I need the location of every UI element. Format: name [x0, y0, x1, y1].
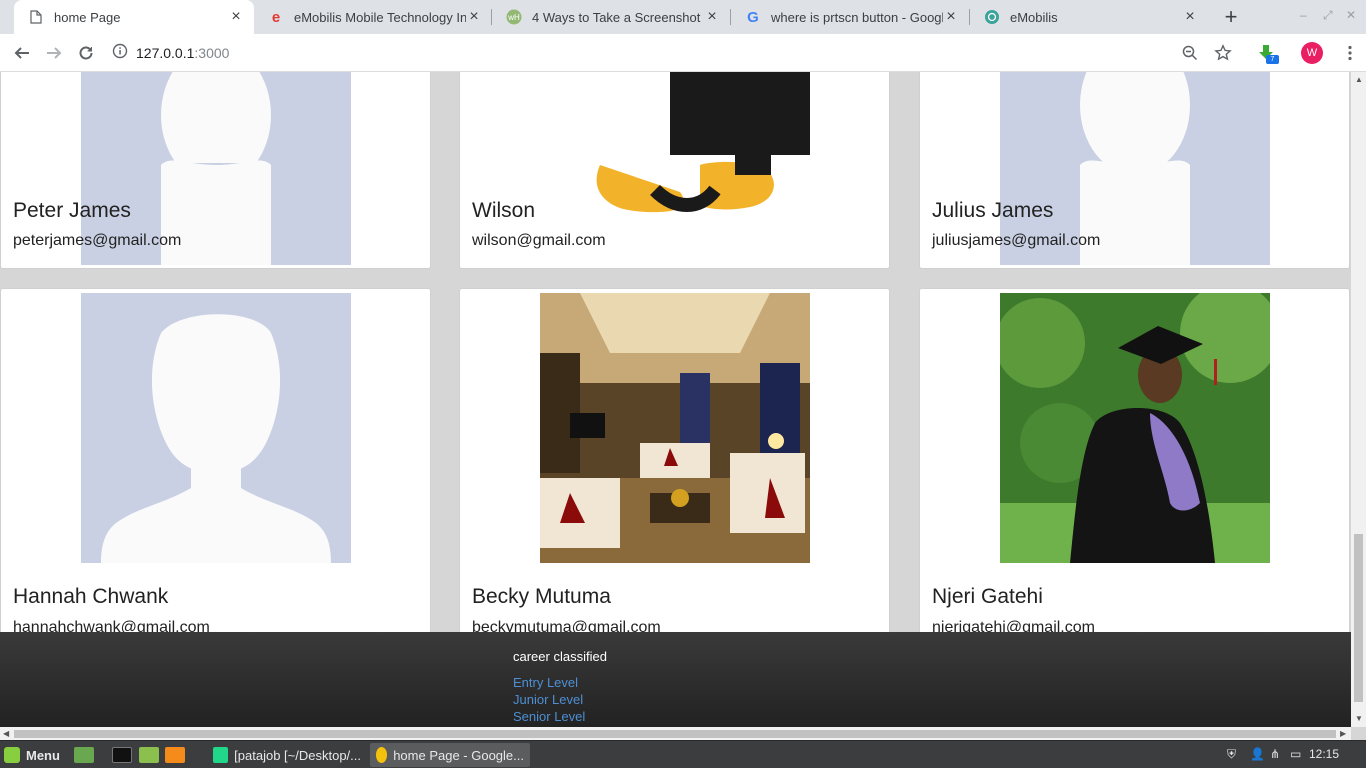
menu-label: Menu	[26, 747, 60, 763]
taskbar-window-pycharm[interactable]: [patajob [~/Desktop/...	[207, 743, 367, 767]
horizontal-scroll-thumb[interactable]	[14, 730, 1336, 738]
bookmark-star-icon[interactable]	[1211, 41, 1235, 65]
menu-kebab-icon[interactable]	[1342, 41, 1358, 65]
tab-title: eMobilis Mobile Technology Ins	[294, 9, 466, 25]
show-desktop-icon[interactable]	[74, 744, 100, 766]
start-menu-button[interactable]: Menu	[4, 744, 60, 766]
terminal-icon[interactable]	[112, 744, 138, 766]
pycharm-icon	[213, 747, 229, 763]
graduation-portrait-image	[1000, 293, 1270, 563]
url-host: 127.0.0.1	[136, 45, 195, 61]
tab-title: eMobilis	[1010, 9, 1058, 25]
minimize-icon[interactable]: –	[1300, 8, 1307, 22]
sublime-text-icon[interactable]	[165, 744, 191, 766]
default-avatar-image	[81, 293, 351, 563]
extension-badge: 7	[1266, 55, 1279, 64]
close-tab-icon[interactable]: ×	[466, 8, 482, 25]
close-tab-icon[interactable]: ×	[704, 8, 720, 25]
emobilis-e-icon: e	[271, 8, 281, 26]
footer-title: career classified	[513, 649, 607, 664]
battery-icon[interactable]: ▭	[1290, 747, 1301, 761]
user-card[interactable]: Becky Mutuma beckymutuma@gmail.com	[459, 288, 890, 658]
user-name: Peter James	[13, 199, 131, 222]
back-arrow-icon[interactable]	[10, 41, 34, 65]
mint-logo-icon	[4, 747, 20, 763]
user-card[interactable]: Njeri Gatehi njerigatehi@gmail.com	[919, 288, 1350, 658]
profile-avatar[interactable]: W	[1301, 42, 1323, 64]
files-folder-icon[interactable]	[139, 744, 165, 766]
url-text: 127.0.0.1:3000	[136, 45, 229, 61]
footer-link-senior-level[interactable]: Senior Level	[513, 709, 585, 724]
user-name: Julius James	[932, 199, 1054, 222]
vertical-scroll-thumb[interactable]	[1354, 534, 1363, 702]
user-name: Hannah Chwank	[13, 585, 169, 608]
page-viewport: Peter James peterjames@gmail.com Wilson …	[0, 72, 1351, 727]
network-icon[interactable]: ⋔	[1270, 747, 1280, 761]
user-email: peterjames@gmail.com	[13, 232, 182, 249]
tab-emobilis[interactable]: eMobilis ×	[970, 0, 1208, 34]
vertical-scrollbar[interactable]: ▲ ▼	[1351, 72, 1366, 727]
taskbar-window-label: home Page - Google...	[393, 747, 524, 763]
globe-icon	[984, 9, 1000, 25]
tab-google-search[interactable]: G where is prtscn button - Google ×	[731, 0, 969, 34]
user-card[interactable]: Wilson wilson@gmail.com	[459, 72, 890, 269]
document-icon	[28, 9, 44, 25]
wikihow-icon: wH	[506, 9, 522, 25]
user-name: Njeri Gatehi	[932, 585, 1043, 608]
scroll-down-arrow-icon[interactable]: ▼	[1355, 714, 1363, 723]
tab-home-page[interactable]: home Page ×	[14, 0, 254, 34]
browser-toolbar: 127.0.0.1:3000 W	[0, 34, 1366, 72]
svg-text:wH: wH	[507, 13, 520, 22]
user-card[interactable]: Peter James peterjames@gmail.com	[0, 72, 431, 269]
zoom-icon[interactable]	[1178, 41, 1202, 65]
scroll-left-arrow-icon[interactable]: ◀	[3, 729, 9, 738]
taskbar-window-chrome[interactable]: home Page - Google...	[370, 743, 530, 767]
new-tab-button[interactable]: +	[1219, 4, 1243, 29]
user-card[interactable]: Hannah Chwank hannahchwank@gmail.com	[0, 288, 431, 658]
shield-update-icon[interactable]: ⛨	[1227, 747, 1236, 762]
user-email: wilson@gmail.com	[472, 232, 606, 249]
reload-icon[interactable]	[74, 41, 98, 65]
chrome-icon	[376, 747, 388, 763]
site-footer: career classified Entry Level Junior Lev…	[0, 632, 1351, 727]
taskbar-window-label: [patajob [~/Desktop/...	[234, 747, 361, 763]
tab-4-ways-screenshot[interactable]: wH 4 Ways to Take a Screenshot in ×	[492, 0, 730, 34]
scroll-up-arrow-icon[interactable]: ▲	[1355, 75, 1363, 84]
address-bar[interactable]: 127.0.0.1:3000	[112, 38, 1242, 68]
tab-strip: home Page × e eMobilis Mobile Technology…	[0, 0, 1366, 34]
clock[interactable]: 12:15	[1309, 747, 1339, 761]
tab-title: home Page	[54, 9, 121, 25]
living-room-image	[540, 293, 810, 563]
tab-title: where is prtscn button - Google	[771, 9, 943, 25]
horizontal-scrollbar[interactable]: ◀ ▶	[0, 727, 1351, 740]
url-port: :3000	[194, 45, 230, 61]
user-name: Wilson	[472, 199, 536, 222]
google-g-icon: G	[747, 8, 759, 26]
user-card[interactable]: Julius James juliusjames@gmail.com	[919, 72, 1350, 269]
forward-arrow-icon[interactable]	[42, 41, 66, 65]
close-tab-icon[interactable]: ×	[228, 8, 244, 25]
footer-link-junior-level[interactable]: Junior Level	[513, 692, 583, 707]
footer-link-entry-level[interactable]: Entry Level	[513, 675, 578, 690]
scroll-right-arrow-icon[interactable]: ▶	[1340, 729, 1346, 738]
close-window-icon[interactable]: ✕	[1346, 8, 1356, 22]
close-tab-icon[interactable]: ×	[943, 8, 959, 25]
os-taskbar: Menu [patajob [~/Desktop/... home Page -…	[0, 740, 1366, 768]
maximize-icon[interactable]: ⤢	[1323, 8, 1333, 23]
tab-title: 4 Ways to Take a Screenshot in	[532, 9, 704, 25]
tab-emobilis-mobile[interactable]: e eMobilis Mobile Technology Ins ×	[254, 0, 492, 34]
user-icon[interactable]: 👤	[1250, 747, 1265, 761]
info-icon[interactable]	[112, 43, 128, 64]
user-name: Becky Mutuma	[472, 585, 611, 608]
user-email: juliusjames@gmail.com	[932, 232, 1101, 249]
close-tab-icon[interactable]: ×	[1182, 8, 1198, 25]
